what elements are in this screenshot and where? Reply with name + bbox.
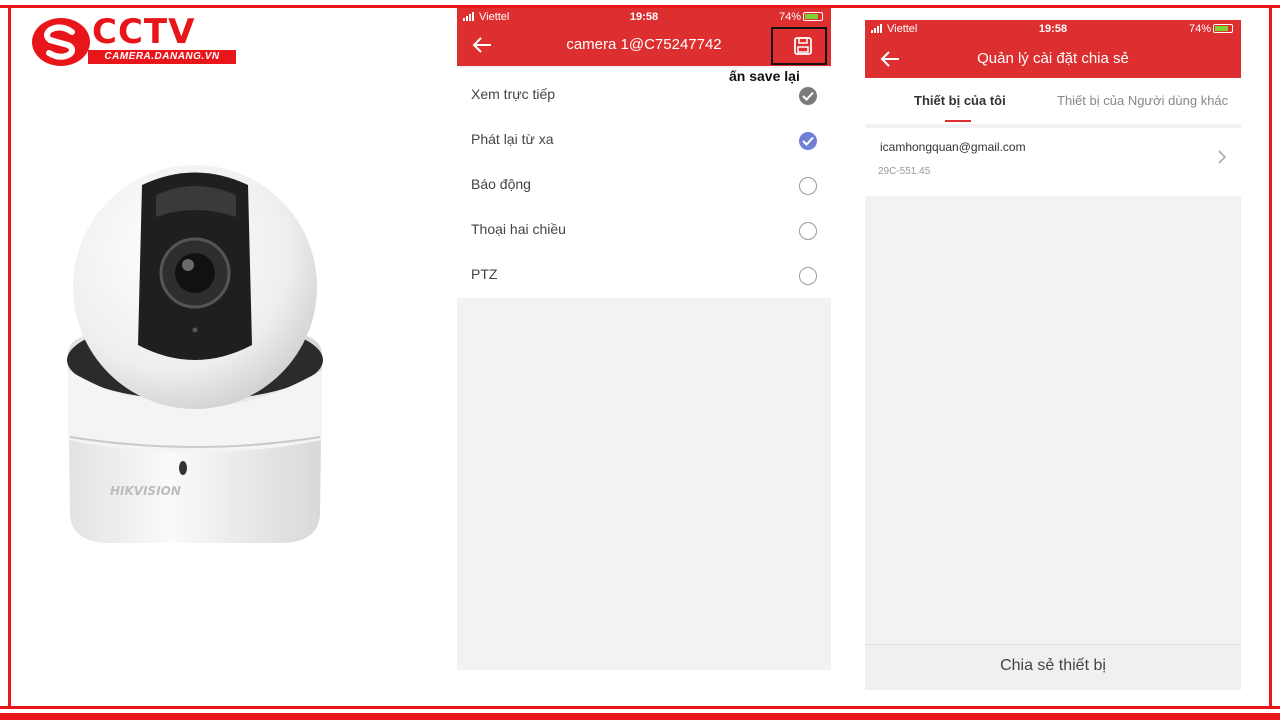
battery-icon xyxy=(1213,24,1233,33)
camera-product-image: HIKVISION xyxy=(67,165,323,543)
app-bar: Viettel 19:58 74% Quản lý cài đặt chia s… xyxy=(865,20,1241,78)
empty-circle-icon[interactable] xyxy=(799,222,817,240)
tab-my-devices[interactable]: Thiết bị của tôi xyxy=(914,93,1006,108)
phone-screen-share-settings: Viettel 19:58 74% Quản lý cài đặt chia s… xyxy=(865,20,1241,690)
brand-subtitle: CAMERA.DANANG.VN xyxy=(88,50,236,64)
battery-percent: 74% xyxy=(1188,23,1211,35)
tab-bar: Thiết bị của tôi Thiết bị của Người dùng… xyxy=(865,78,1241,124)
status-bar: Viettel 19:58 74% xyxy=(865,22,1241,38)
empty-circle-icon[interactable] xyxy=(799,177,817,195)
shared-device-name: 29C-551.45 xyxy=(878,166,931,177)
empty-circle-icon[interactable] xyxy=(799,267,817,285)
check-circle-icon[interactable] xyxy=(799,87,817,105)
chevron-right-icon xyxy=(1218,150,1227,164)
phone-screen-permissions: Viettel 19:58 74% camera 1@C75247742 Xem… xyxy=(457,8,831,670)
battery-icon xyxy=(803,12,823,21)
camera-brand-mark: HIKVISION xyxy=(110,484,181,498)
frame-border-right xyxy=(1269,5,1272,709)
permission-row-ptz[interactable]: PTZ xyxy=(457,253,831,298)
shared-device-item[interactable]: icamhongquan@gmail.com 29C-551.45 xyxy=(865,128,1241,196)
permission-row-playback[interactable]: Phát lại từ xa xyxy=(457,118,831,163)
active-tab-indicator xyxy=(945,120,971,122)
frame-border-left xyxy=(8,5,11,709)
permission-label: PTZ xyxy=(471,266,498,282)
status-time: 19:58 xyxy=(1038,23,1068,35)
screen-title: Quản lý cài đặt chia sẻ xyxy=(977,50,1129,67)
check-circle-icon[interactable] xyxy=(799,132,817,150)
permission-label: Phát lại từ xa xyxy=(471,131,554,147)
share-device-button[interactable]: Chia sẻ thiết bị xyxy=(865,644,1241,690)
frame-border-bottom-band xyxy=(0,713,1280,720)
permission-row-alarm[interactable]: Báo động xyxy=(457,163,831,208)
battery-percent: 74% xyxy=(778,11,801,23)
status-time: 19:58 xyxy=(629,11,659,23)
brand-logo: CCTV CAMERA.DANANG.VN xyxy=(30,12,236,70)
share-device-label: Chia sẻ thiết bị xyxy=(1000,657,1106,674)
save-hint-annotation: ấn save lại xyxy=(729,68,800,84)
shared-user-email: icamhongquan@gmail.com xyxy=(880,140,1026,154)
tab-other-users-devices[interactable]: Thiết bị của Người dùng khác xyxy=(1057,93,1228,108)
logo-s-icon xyxy=(32,18,90,66)
permission-label: Báo động xyxy=(471,176,531,192)
save-icon[interactable] xyxy=(793,36,813,56)
permission-row-two-way-audio[interactable]: Thoại hai chiều xyxy=(457,208,831,253)
status-battery: 74% xyxy=(1189,23,1233,35)
permission-list: Xem trực tiếp Phát lại từ xa Báo động Th… xyxy=(457,68,831,298)
permission-label: Xem trực tiếp xyxy=(471,86,556,102)
permission-label: Thoại hai chiều xyxy=(471,221,566,237)
brand-name: CCTV xyxy=(92,12,196,52)
status-bar: Viettel 19:58 74% xyxy=(457,10,831,26)
frame-border-bottom xyxy=(0,706,1280,709)
status-battery: 74% xyxy=(779,11,823,23)
